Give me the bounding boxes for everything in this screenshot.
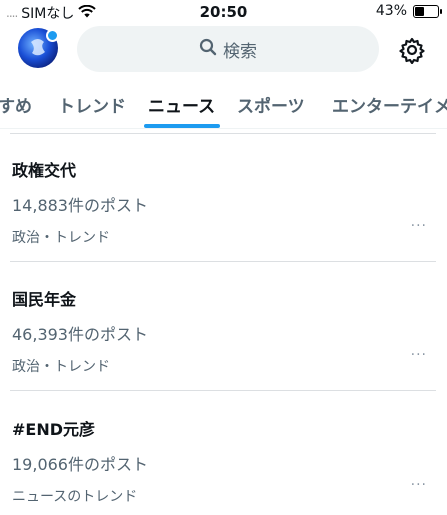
search-bar[interactable]: 検索 <box>77 26 379 72</box>
status-right: 43% <box>375 3 442 19</box>
trend-category: ニュースのトレンド <box>12 489 138 505</box>
trend-category: 政治・トレンド <box>12 359 110 375</box>
more-options-icon[interactable]: ··· <box>411 218 427 234</box>
status-bar: .... SIMなし 20:50 43% <box>0 0 447 24</box>
battery-fill <box>415 6 424 16</box>
search-label: 検索 <box>223 41 257 62</box>
tab-entertainment[interactable]: エンターテイメ <box>332 92 447 117</box>
trend-post-count: 19,066件のポスト <box>12 455 148 474</box>
gear-icon[interactable] <box>398 36 426 65</box>
tab-trending[interactable]: トレンド <box>58 92 126 117</box>
notification-dot <box>46 29 59 42</box>
tab-sports[interactable]: スポーツ <box>237 92 305 117</box>
trend-title: 政権交代 <box>12 161 77 180</box>
tab-recommended[interactable]: すめ <box>0 92 32 117</box>
trend-title: 国民年金 <box>12 290 77 309</box>
trend-item[interactable]: 政権交代 14,883件のポスト 政治・トレンド <box>12 157 432 247</box>
divider <box>10 261 436 262</box>
trend-title: #END元彦 <box>12 420 96 439</box>
top-bar: 検索 <box>0 26 447 74</box>
trend-post-count: 46,393件のポスト <box>12 325 148 344</box>
tab-bar: すめ トレンド ニュース スポーツ エンターテイメ <box>0 82 447 129</box>
profile-avatar[interactable] <box>18 28 59 68</box>
divider <box>10 390 436 391</box>
more-options-icon[interactable]: ··· <box>411 477 427 493</box>
more-options-icon[interactable]: ··· <box>411 347 427 363</box>
divider <box>10 133 436 134</box>
trend-item[interactable]: 国民年金 46,393件のポスト 政治・トレンド <box>12 286 432 376</box>
tab-news[interactable]: ニュース <box>148 92 215 117</box>
active-tab-indicator <box>144 124 220 128</box>
trend-category: 政治・トレンド <box>12 230 110 246</box>
trend-post-count: 14,883件のポスト <box>12 196 148 215</box>
trend-item[interactable]: #END元彦 19,066件のポスト ニュースのトレンド <box>12 416 432 506</box>
search-icon <box>199 38 217 61</box>
battery-percent: 43% <box>375 3 407 19</box>
battery-icon <box>413 4 442 18</box>
